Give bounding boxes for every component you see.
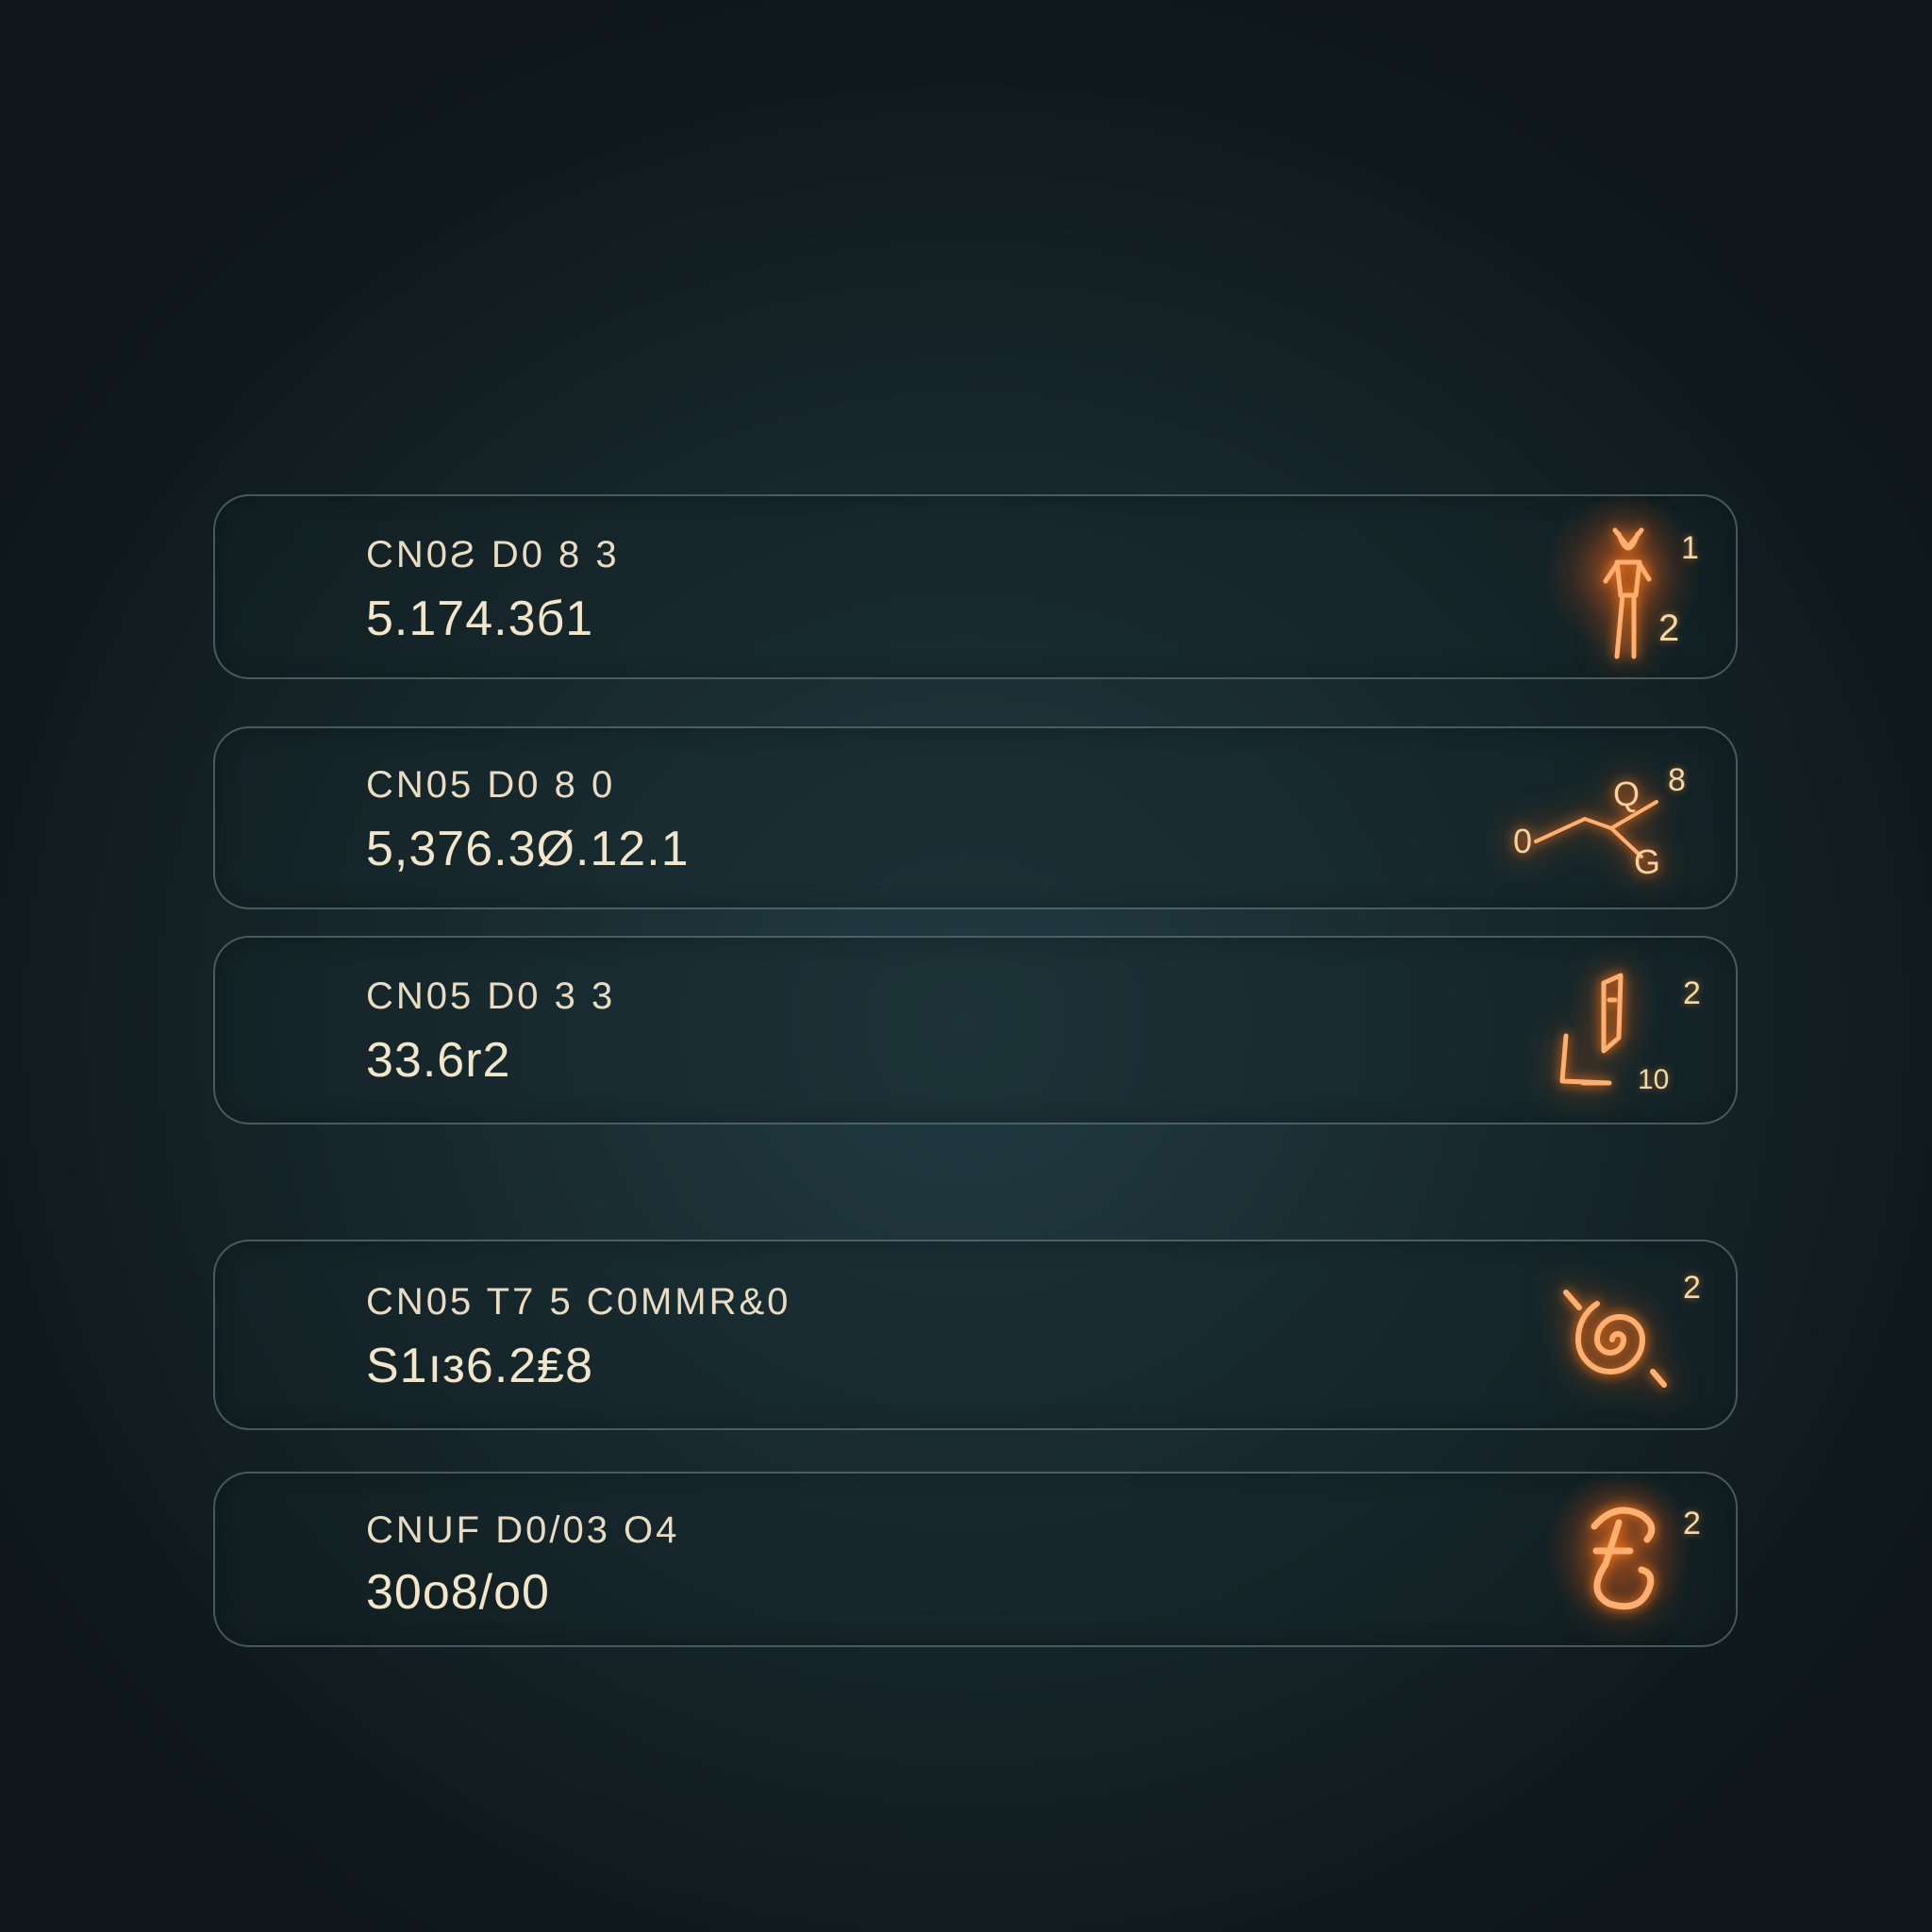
card-title: CN05 D0 8 0 — [366, 764, 616, 806]
card-3[interactable]: CN05 D0 3 3 33.6r2 2 10 — [213, 936, 1738, 1124]
card-4[interactable]: CN05 T7 5 C0MMR&0 S1ıз6.2₤8 2 — [213, 1240, 1738, 1430]
card-title: CN05 D0 3 3 — [366, 975, 616, 1017]
card-title: CNUF D0/03 O4 — [366, 1509, 680, 1551]
card-5[interactable]: CNUF D0/03 O4 30o8/o0 2 — [213, 1468, 1738, 1647]
node-label: G — [1634, 842, 1660, 881]
spiral-icon — [1563, 1290, 1667, 1388]
sub-badge: 2 — [1658, 608, 1680, 649]
card-2[interactable]: CN05 D0 8 0 5,376.3Ø.12.1 0 Q G 8 — [213, 726, 1738, 909]
badge: 2 — [1683, 1506, 1701, 1541]
card-value: 30o8/o0 — [366, 1565, 550, 1620]
card-value: 33.6r2 — [366, 1033, 511, 1088]
sub-badge: 10 — [1638, 1064, 1670, 1095]
card-value: 5.174.3б1 — [366, 591, 594, 646]
card-title: CN05 T7 5 C0MMR&0 — [366, 1281, 791, 1323]
badge: 8 — [1668, 762, 1686, 798]
glyph-icon — [1591, 1507, 1656, 1610]
card-value: 5,376.3Ø.12.1 — [366, 822, 690, 876]
node-label: Q — [1613, 774, 1640, 813]
badge: 2 — [1683, 1270, 1701, 1306]
card-1[interactable]: CN0Ƨ D0 8 3 5.174.3б1 1 2 — [213, 487, 1738, 679]
card-value: S1ıз6.2₤8 — [366, 1339, 594, 1393]
card-title: CN0Ƨ D0 8 3 — [366, 534, 620, 575]
node-label: 0 — [1513, 822, 1532, 860]
badge: 1 — [1681, 530, 1699, 566]
badge: 2 — [1683, 975, 1701, 1011]
